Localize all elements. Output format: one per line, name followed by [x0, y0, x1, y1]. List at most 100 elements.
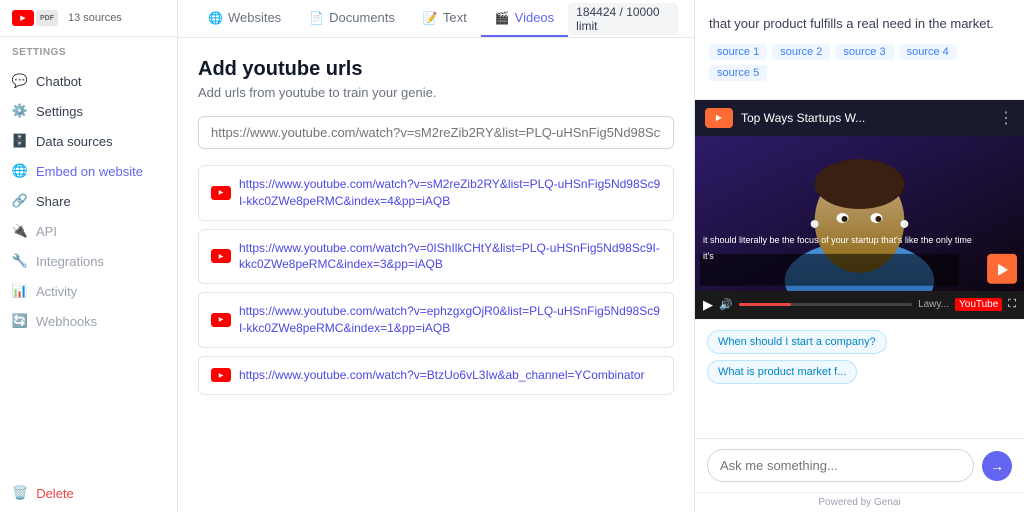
suggested-q-2[interactable]: What is product market f...	[707, 360, 857, 384]
chat-input-area	[695, 438, 1024, 492]
delete-label: Delete	[36, 486, 74, 501]
sidebar-item-webhooks-label: Webhooks	[36, 314, 97, 329]
videos-tab-icon: 🎬	[495, 11, 510, 25]
sidebar-item-embed[interactable]: 🌐 Embed on website	[0, 156, 177, 186]
url-text-3[interactable]: https://www.youtube.com/watch?v=ephzgxgO…	[239, 303, 661, 337]
youtube-logo: YouTube	[955, 298, 1002, 311]
video-overlay-text: it should literally be the focus of your…	[703, 235, 972, 261]
sidebar-item-api[interactable]: 🔌 API	[0, 216, 177, 246]
documents-tab-icon: 📄	[309, 11, 324, 25]
delete-button[interactable]: 🗑️ Delete	[0, 478, 177, 508]
powered-by: Powered by Genai	[695, 492, 1024, 512]
video-youtube-badge	[705, 108, 733, 128]
send-button[interactable]	[982, 451, 1012, 481]
webhooks-icon: 🔄	[12, 313, 28, 329]
url-text-1[interactable]: https://www.youtube.com/watch?v=sM2reZib…	[239, 176, 661, 210]
chat-response-text: that your product fulfills a real need i…	[709, 14, 1010, 34]
volume-icon[interactable]: 🔊	[719, 298, 733, 311]
url-input-container	[198, 116, 674, 149]
sidebar-item-chatbot[interactable]: 💬 Chatbot	[0, 66, 177, 96]
tab-text[interactable]: 📝 Text	[409, 0, 481, 37]
video-title-row: Top Ways Startups W...	[705, 108, 865, 128]
video-container: Top Ways Startups W... ⋮	[695, 100, 1024, 319]
channel-label: Lawy...	[918, 299, 949, 310]
url-text-4[interactable]: https://www.youtube.com/watch?v=BtzUo6vL…	[239, 367, 645, 384]
activity-icon: 📊	[12, 283, 28, 299]
sidebar-item-settings-label: Settings	[36, 104, 83, 119]
sidebar-item-share-label: Share	[36, 194, 71, 209]
sidebar-item-share[interactable]: 🔗 Share	[0, 186, 177, 216]
source-tag-2[interactable]: source 2	[772, 44, 830, 60]
page-title: Add youtube urls	[198, 58, 674, 81]
sidebar-item-activity-label: Activity	[36, 284, 77, 299]
video-overlay: it should literally be the focus of your…	[703, 231, 980, 262]
sidebar-item-integrations[interactable]: 🔧 Integrations	[0, 246, 177, 276]
settings-icon: ⚙️	[12, 103, 28, 119]
embed-icon: 🌐	[12, 163, 28, 179]
suggested-questions: When should I start a company? What is p…	[695, 319, 1024, 394]
sidebar-item-webhooks[interactable]: 🔄 Webhooks	[0, 306, 177, 336]
youtube-icon-4	[211, 368, 231, 382]
video-frame-svg	[695, 136, 1024, 291]
fullscreen-icon[interactable]: ⛶	[1008, 298, 1016, 311]
progress-bar[interactable]	[739, 303, 912, 306]
chat-response: that your product fulfills a real need i…	[695, 0, 1024, 100]
tabs-right: 184424 / 10000 limit	[568, 3, 678, 35]
source-tags: source 1 source 2 source 3 source 4 sour…	[709, 44, 1010, 81]
sidebar-item-data-sources[interactable]: 🗄️ Data sources	[0, 126, 177, 156]
tab-websites-label: Websites	[228, 10, 281, 25]
url-list: https://www.youtube.com/watch?v=sM2reZib…	[198, 165, 674, 401]
play-button[interactable]: ▶	[703, 297, 713, 313]
youtube-brand-icon	[12, 10, 34, 26]
url-item-2: https://www.youtube.com/watch?v=0IShIlkC…	[198, 229, 674, 285]
video-menu-icon[interactable]: ⋮	[998, 108, 1014, 128]
url-text-2[interactable]: https://www.youtube.com/watch?v=0IShIlkC…	[239, 240, 661, 274]
delete-icon: 🗑️	[12, 485, 28, 501]
suggested-q-1[interactable]: When should I start a company?	[707, 330, 887, 354]
url-item-4: https://www.youtube.com/watch?v=BtzUo6vL…	[198, 356, 674, 395]
source-tag-1[interactable]: source 1	[709, 44, 767, 60]
pdf-brand-icon: PDF	[36, 10, 58, 26]
sidebar-item-chatbot-label: Chatbot	[36, 74, 82, 89]
integrations-icon: 🔧	[12, 253, 28, 269]
source-tag-3[interactable]: source 3	[835, 44, 893, 60]
sidebar-item-data-sources-label: Data sources	[36, 134, 113, 149]
sidebar-brand: PDF 13 sources	[12, 10, 122, 26]
data-sources-icon: 🗄️	[12, 133, 28, 149]
tab-text-label: Text	[443, 10, 467, 25]
tab-videos[interactable]: 🎬 Videos	[481, 0, 568, 37]
source-tag-5[interactable]: source 5	[709, 65, 767, 81]
main-content: 🌐 Websites 📄 Documents 📝 Text 🎬 Videos 1…	[178, 0, 694, 512]
content-area: Add youtube urls Add urls from youtube t…	[178, 38, 694, 512]
video-thumbnail[interactable]: it should literally be the focus of your…	[695, 136, 1024, 291]
sidebar-nav: 💬 Chatbot ⚙️ Settings 🗄️ Data sources 🌐 …	[0, 62, 177, 512]
youtube-icon-2	[211, 249, 231, 263]
chat-input[interactable]	[707, 449, 974, 482]
chatbot-icon: 💬	[12, 73, 28, 89]
youtube-icon-1	[211, 186, 231, 200]
sidebar-header: PDF 13 sources	[0, 0, 177, 37]
sidebar-item-settings[interactable]: ⚙️ Settings	[0, 96, 177, 126]
video-header: Top Ways Startups W... ⋮	[695, 100, 1024, 136]
sidebar: PDF 13 sources SETTINGS 💬 Chatbot ⚙️ Set…	[0, 0, 178, 512]
url-item-3: https://www.youtube.com/watch?v=ephzgxgO…	[198, 292, 674, 348]
url-item-1: https://www.youtube.com/watch?v=sM2reZib…	[198, 165, 674, 221]
right-panel: that your product fulfills a real need i…	[694, 0, 1024, 512]
source-tag-4[interactable]: source 4	[899, 44, 957, 60]
sidebar-item-api-label: API	[36, 224, 57, 239]
page-subtitle: Add urls from youtube to train your geni…	[198, 85, 674, 100]
sidebar-item-integrations-label: Integrations	[36, 254, 104, 269]
share-icon: 🔗	[12, 193, 28, 209]
tab-websites[interactable]: 🌐 Websites	[194, 0, 295, 37]
sidebar-item-embed-label: Embed on website	[36, 164, 143, 179]
text-tab-icon: 📝	[423, 11, 438, 25]
youtube-icon-3	[211, 313, 231, 327]
tab-videos-label: Videos	[515, 10, 555, 25]
tab-documents-label: Documents	[329, 10, 395, 25]
settings-section-label: SETTINGS	[0, 37, 177, 62]
video-title: Top Ways Startups W...	[741, 111, 865, 125]
tab-documents[interactable]: 📄 Documents	[295, 0, 409, 37]
sources-count: 13 sources	[68, 12, 122, 24]
sidebar-item-activity[interactable]: 📊 Activity	[0, 276, 177, 306]
url-input[interactable]	[198, 116, 674, 149]
